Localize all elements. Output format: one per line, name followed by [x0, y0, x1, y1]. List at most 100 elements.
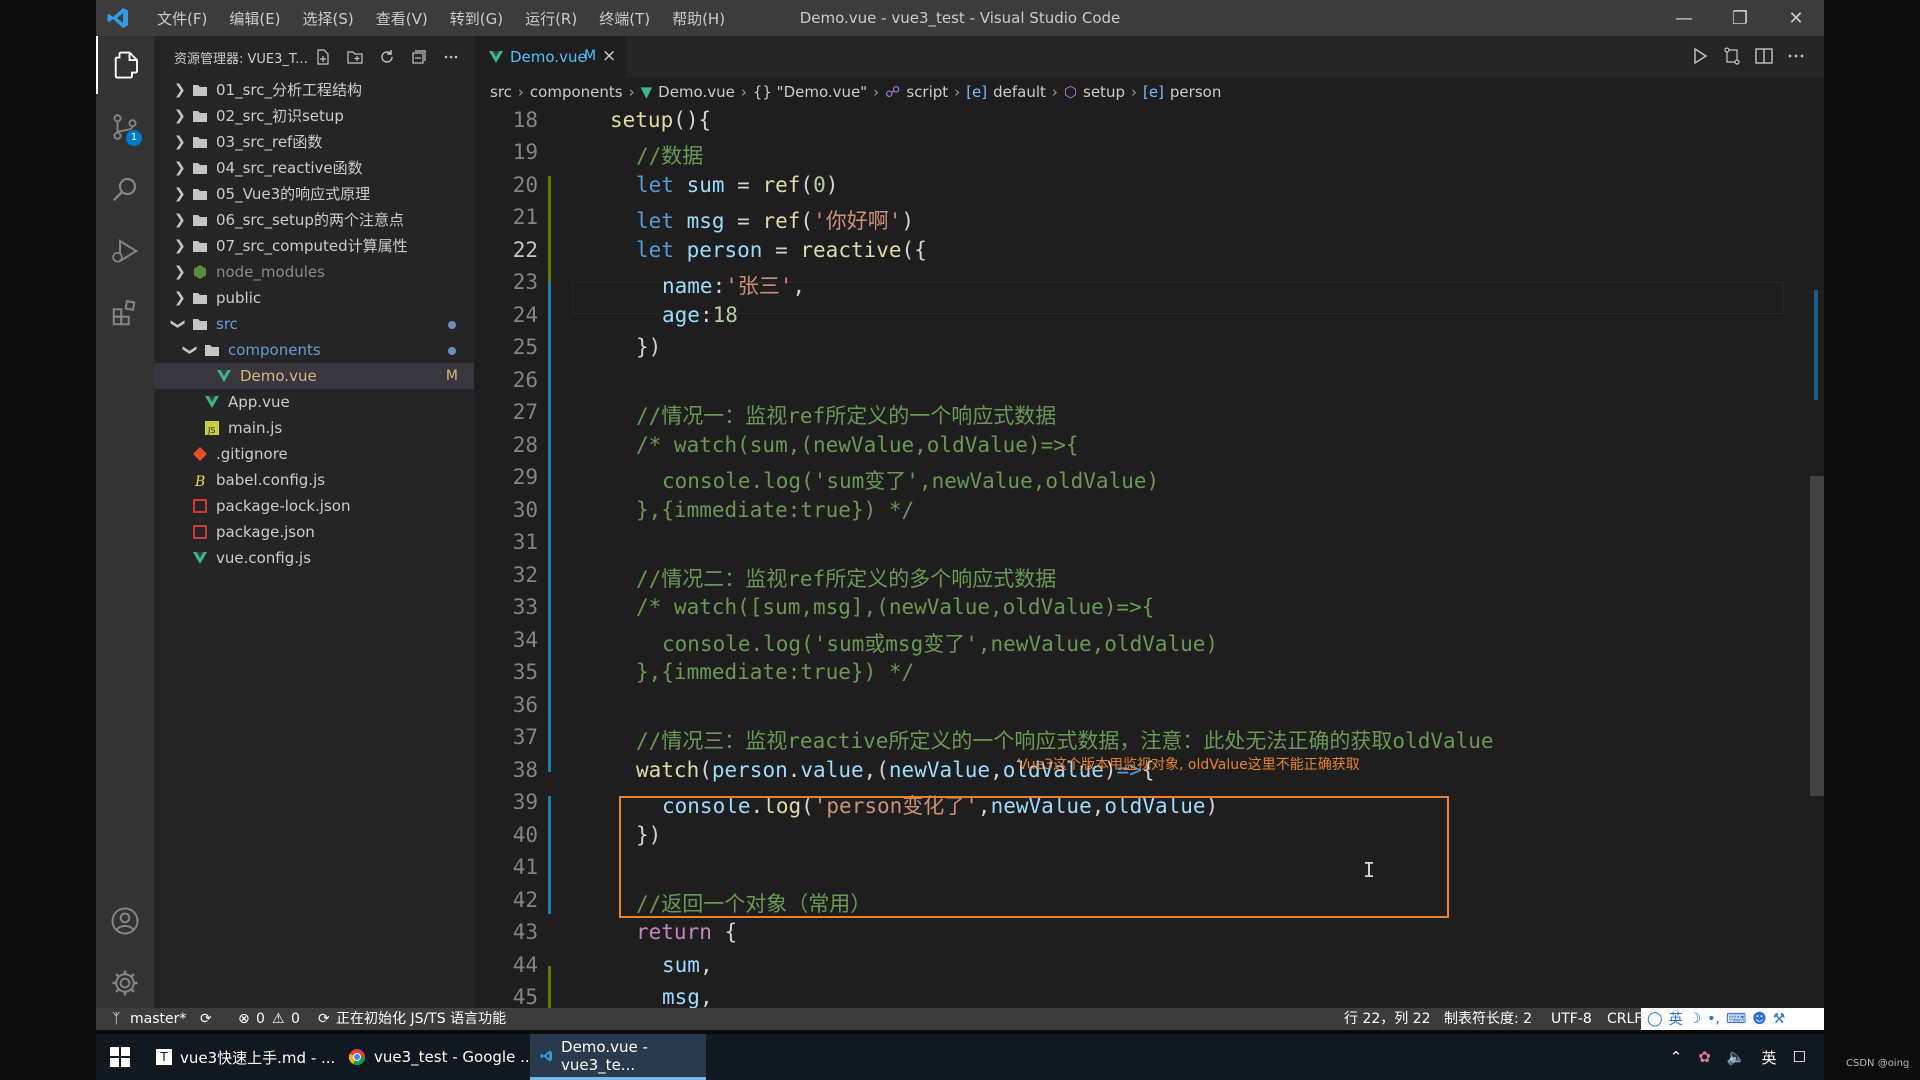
tab-demo-vue[interactable]: Demo.vue M ×: [474, 36, 626, 79]
breadcrumb-item[interactable]: default: [993, 78, 1046, 106]
search-icon[interactable]: [96, 160, 154, 218]
chevron-right-icon: ❯: [174, 238, 186, 254]
taskbar: T vue3快速上手.md - ... vue3_test - Google .…: [96, 1034, 1824, 1080]
tree-file-demo-vue[interactable]: Demo.vue M: [154, 363, 474, 389]
line-number: 36: [512, 693, 538, 717]
line-ending[interactable]: CRLF: [1607, 1008, 1642, 1030]
taskbar-item-chrome[interactable]: vue3_test - Google ...: [342, 1034, 540, 1080]
chevron-right-icon: ›: [873, 83, 880, 101]
chevron-up-icon[interactable]: ⌃: [1670, 1048, 1683, 1066]
close-tab-icon[interactable]: ×: [602, 46, 616, 66]
open-changes-icon[interactable]: [1722, 46, 1742, 66]
tree-file-app-vue[interactable]: App.vue: [154, 389, 474, 415]
tree-label: .gitignore: [216, 445, 288, 463]
tree-folder-03[interactable]: ❯ 03_src_ref函数: [154, 129, 474, 155]
tree-file-package-lock[interactable]: package-lock.json: [154, 493, 474, 519]
chevron-right-icon: ❯: [174, 82, 186, 98]
breadcrumb-item[interactable]: src: [490, 78, 512, 106]
flower-icon[interactable]: ✿: [1698, 1048, 1711, 1066]
start-button[interactable]: [110, 1034, 138, 1080]
close-window-button[interactable]: ✕: [1768, 0, 1824, 36]
code-editor[interactable]: 18 19 20 21 22 23 24 25 26 27 28 29 30 3…: [474, 106, 1824, 1026]
tree-folder-06[interactable]: ❯ 06_src_setup的两个注意点: [154, 207, 474, 233]
restore-button[interactable]: ❐: [1712, 0, 1768, 36]
tree-folder-04[interactable]: ❯ 04_src_reactive函数: [154, 155, 474, 181]
breadcrumb-item[interactable]: components: [530, 78, 623, 106]
tree-file-gitignore[interactable]: .gitignore: [154, 441, 474, 467]
taskbar-item-typora[interactable]: T vue3快速上手.md - ...: [150, 1034, 341, 1080]
js-file-icon: JS: [205, 421, 219, 435]
volume-icon[interactable]: 🔈: [1727, 1048, 1746, 1066]
tree-file-babel-config[interactable]: B babel.config.js: [154, 467, 474, 493]
new-file-icon[interactable]: [314, 48, 332, 66]
tree-folder-components[interactable]: ❯ components: [154, 337, 474, 363]
source-control-icon[interactable]: 1: [96, 98, 154, 156]
more-actions-icon[interactable]: [1786, 46, 1806, 66]
new-folder-icon[interactable]: [346, 48, 364, 66]
activity-bar: 1: [96, 36, 154, 1026]
folder-icon: [193, 85, 207, 96]
tree-folder-public[interactable]: ❯ public: [154, 285, 474, 311]
taskbar-item-vscode[interactable]: Demo.vue - vue3_te...: [530, 1034, 706, 1080]
error-count[interactable]: 0: [256, 1008, 265, 1030]
tab-modified-badge: M: [584, 48, 597, 64]
explorer-icon[interactable]: [96, 36, 156, 94]
scrollbar-thumb[interactable]: [1810, 476, 1824, 796]
vertical-scrollbar[interactable]: [1810, 176, 1824, 1026]
split-editor-icon[interactable]: [1754, 46, 1774, 66]
warning-count[interactable]: 0: [291, 1008, 300, 1030]
tree-file-vue-config[interactable]: vue.config.js: [154, 545, 474, 571]
tree-folder-01[interactable]: ❯ 01_src_分析工程结构: [154, 77, 474, 103]
folder-icon: [193, 241, 207, 252]
tab-bar: Demo.vue M ×: [474, 36, 1824, 79]
settings-gear-icon[interactable]: [96, 954, 154, 1012]
breadcrumb-item[interactable]: person: [1170, 78, 1221, 106]
tree-file-package-json[interactable]: package.json: [154, 519, 474, 545]
tree-folder-05[interactable]: ❯ 05_Vue3的响应式原理: [154, 181, 474, 207]
encoding[interactable]: UTF-8: [1551, 1008, 1592, 1030]
more-actions-icon[interactable]: [442, 48, 460, 66]
vue-file-icon: ▼: [640, 83, 653, 101]
punctuation-icon: •,: [1707, 1011, 1720, 1027]
ime-logo-icon: ◯: [1647, 1011, 1663, 1027]
line-number: 32: [512, 563, 538, 587]
code-line: //情况二：监视ref所定义的多个响应式数据: [636, 567, 1057, 591]
sync-icon[interactable]: ⟳: [200, 1008, 212, 1030]
tree-folder-02[interactable]: ❯ 02_src_初识setup: [154, 103, 474, 129]
run-debug-icon[interactable]: [96, 222, 154, 280]
taskbar-label: vue3快速上手.md - ...: [180, 1048, 336, 1067]
minimize-button[interactable]: —: [1656, 0, 1712, 36]
code-line: //数据: [636, 144, 704, 168]
extensions-icon[interactable]: [96, 284, 154, 342]
line-number: 20: [512, 173, 538, 197]
collapse-all-icon[interactable]: [410, 48, 428, 66]
breadcrumb-item[interactable]: script: [906, 78, 948, 106]
input-language[interactable]: 英: [1762, 1047, 1777, 1068]
tree-folder-node-modules[interactable]: ❯ node_modules: [154, 259, 474, 285]
language-init-status[interactable]: 正在初始化 JS/TS 语言功能: [336, 1008, 506, 1030]
line-number: 37: [512, 725, 538, 749]
tab-size[interactable]: 制表符长度: 2: [1444, 1008, 1532, 1030]
run-icon[interactable]: [1690, 46, 1710, 66]
tree-label: package-lock.json: [216, 497, 351, 515]
breadcrumb-item[interactable]: setup: [1083, 78, 1125, 106]
npm-file-icon: [193, 499, 207, 513]
tree-folder-07[interactable]: ❯ 07_src_computed计算属性: [154, 233, 474, 259]
tree-label: Demo.vue: [240, 367, 317, 385]
taskbar-label: Demo.vue - vue3_te...: [561, 1037, 648, 1074]
explorer-actions: [314, 48, 460, 66]
user-icon: ☻: [1752, 1011, 1767, 1027]
warning-icon: ⚠: [272, 1011, 285, 1027]
tree-folder-src[interactable]: ❯ src: [154, 311, 474, 337]
cursor-position[interactable]: 行 22，列 22: [1344, 1008, 1431, 1030]
ime-toolbar[interactable]: ◯ 英 ☽ •, ⌨ ☻ ⚒: [1641, 1008, 1824, 1030]
modified-badge: M: [445, 368, 458, 384]
refresh-icon[interactable]: [378, 48, 396, 66]
explorer-sidebar: 资源管理器: VUE3_T... ❯ 01_src_分析工程结构 ❯ 02_sr…: [154, 36, 474, 1030]
breadcrumb-item[interactable]: {} "Demo.vue": [753, 78, 867, 106]
breadcrumb-item[interactable]: Demo.vue: [658, 78, 735, 106]
accounts-icon[interactable]: [96, 892, 154, 950]
git-branch-label[interactable]: master*: [130, 1008, 186, 1030]
tree-file-main-js[interactable]: JS main.js: [154, 415, 474, 441]
notification-icon[interactable]: ☐: [1793, 1048, 1806, 1066]
